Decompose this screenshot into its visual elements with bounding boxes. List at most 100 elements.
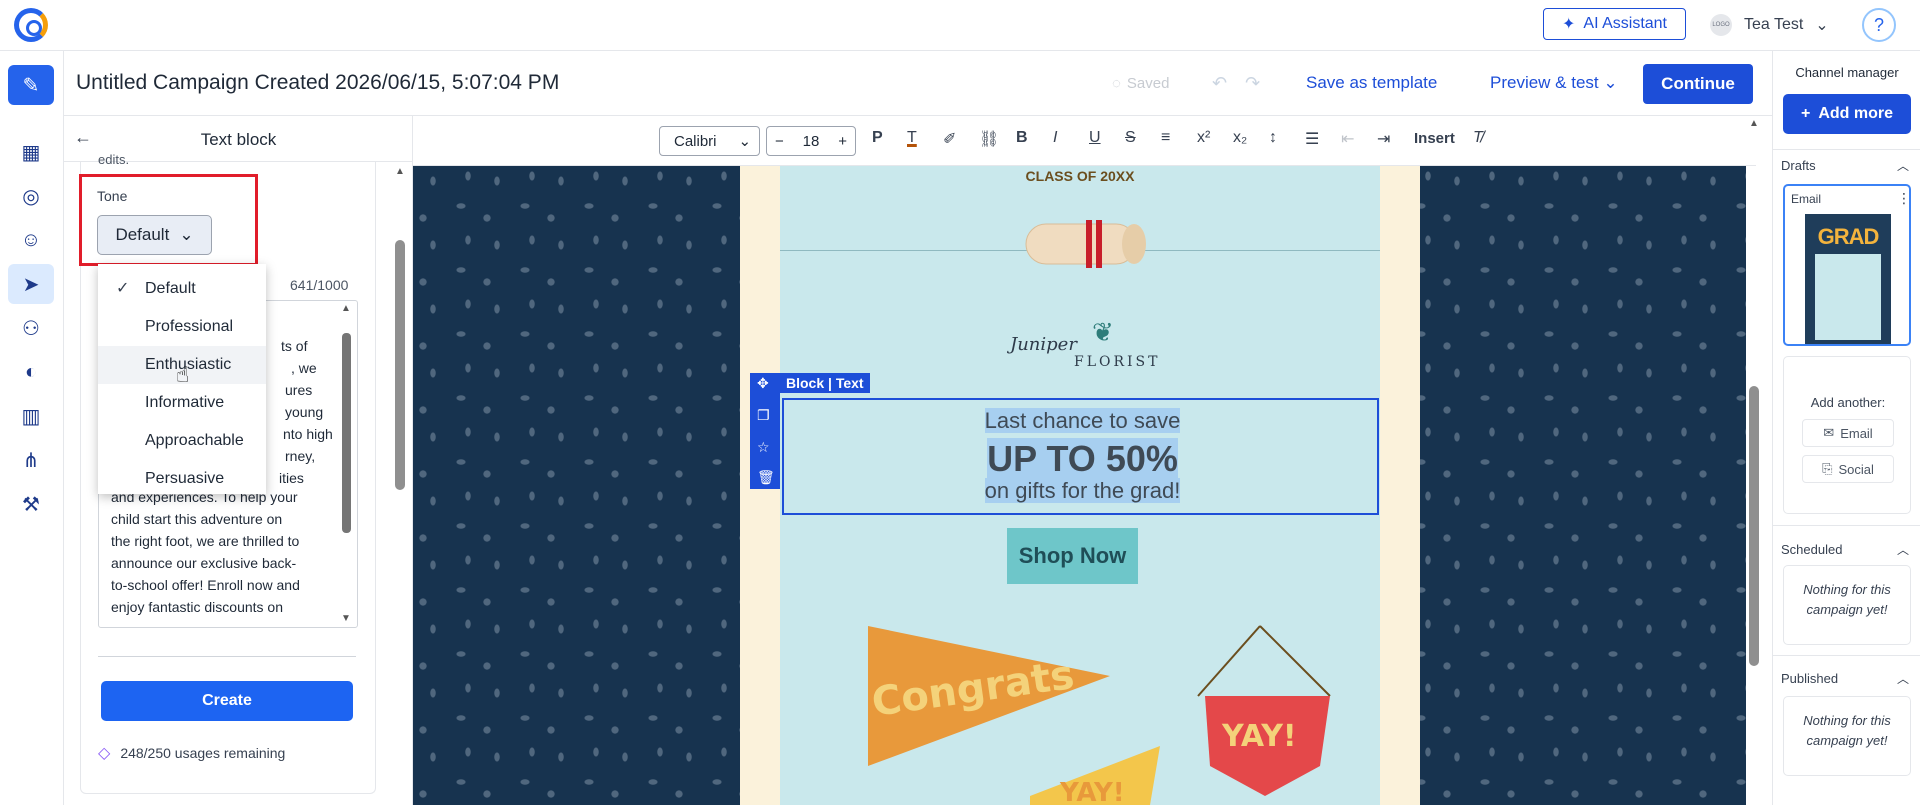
duplicate-icon[interactable]: ❐ [757, 407, 770, 424]
scroll-down-icon[interactable]: ▼ [341, 613, 351, 624]
italic-icon[interactable]: I [1053, 129, 1057, 147]
link-icon[interactable]: ⛓ [979, 129, 999, 149]
bullet-list-icon[interactable]: ☰ [1305, 129, 1319, 149]
ai-assistant-button[interactable]: ✦ AI Assistant [1543, 8, 1686, 40]
class-of-text[interactable]: CLASS OF 20XX [780, 168, 1380, 184]
help-icon[interactable]: ? [1862, 8, 1896, 42]
outdent-icon[interactable]: ⇤ [1341, 129, 1354, 149]
font-family-select[interactable]: Calibri ⌄ [659, 126, 760, 156]
contact-icon[interactable]: ☺ [8, 220, 54, 260]
undo-icon[interactable]: ↶ [1212, 73, 1227, 94]
canvas-scrollbar[interactable]: ▲ [1746, 116, 1762, 805]
text-format-toolbar: Calibri ⌄ − 18 + P T ✐ ⛓ B I U S ≡ x² x₂… [413, 116, 1756, 166]
scroll-thumb[interactable] [342, 333, 351, 533]
check-icon: ✓ [116, 280, 130, 297]
chevron-up-icon[interactable]: ︿ [1897, 157, 1909, 174]
add-more-button[interactable]: + Add more [1783, 94, 1911, 134]
char-counter: 641/1000 [290, 277, 349, 293]
chevron-up-icon[interactable]: ︿ [1897, 670, 1909, 687]
tone-option-persuasive[interactable]: Persuasive [98, 460, 266, 498]
insert-button[interactable]: Insert [1414, 130, 1455, 147]
tone-option-informative[interactable]: Informative [98, 384, 266, 422]
superscript-icon[interactable]: x² [1197, 129, 1210, 147]
chevron-down-icon: ⌄ [1815, 17, 1829, 34]
line-height-icon[interactable]: ↕ [1269, 129, 1277, 147]
chevron-up-icon[interactable]: ︿ [1897, 541, 1909, 558]
add-email-button[interactable]: ✉ Email [1802, 419, 1894, 447]
tone-option-default[interactable]: ✓ Default [98, 270, 266, 308]
text-color-icon[interactable]: T [907, 129, 917, 147]
draft-thumbnail: GRAD [1805, 214, 1891, 344]
app-logo[interactable] [14, 8, 48, 42]
social-icon: ⎘ [1822, 461, 1833, 476]
dashboard-icon[interactable]: ▦ [8, 132, 54, 172]
check-circle-icon: ◌ [1112, 75, 1121, 92]
plus-icon: + [1800, 105, 1811, 122]
align-center-icon[interactable]: ≡ [1161, 129, 1170, 147]
selected-text-block[interactable]: Last chance to save UP TO 50% on gifts f… [782, 398, 1379, 515]
tools-icon[interactable]: ⚒ [8, 484, 54, 524]
strikethrough-icon[interactable]: S [1125, 129, 1136, 147]
scroll-up-icon[interactable]: ▲ [395, 166, 405, 177]
diamond-icon: ◇ [98, 745, 111, 762]
trash-icon[interactable]: 🗑 [757, 469, 775, 486]
preview-test-button[interactable]: Preview & test ⌄ [1490, 73, 1618, 93]
minus-icon[interactable]: − [775, 133, 784, 150]
pencil-plus-icon: ✎ [22, 74, 40, 97]
save-as-template-button[interactable]: Save as template [1306, 73, 1437, 93]
tone-option-professional[interactable]: Professional [98, 308, 266, 346]
bold-icon[interactable]: B [1016, 129, 1028, 147]
email-draft-card[interactable]: Email ⋮ GRAD [1783, 184, 1911, 346]
divider [98, 656, 356, 657]
panel-scrollbar[interactable]: ▲ [393, 164, 407, 805]
headline-line-1: Last chance to save [984, 408, 1181, 433]
palette-icon[interactable]: ◐ [8, 352, 54, 392]
tone-label: Tone [97, 188, 128, 204]
continue-button[interactable]: Continue [1643, 64, 1753, 104]
reports-icon[interactable]: ▥ [8, 396, 54, 436]
tone-select[interactable]: Default ⌄ [97, 215, 212, 255]
scroll-thumb[interactable] [1749, 386, 1759, 666]
textarea-scrollbar[interactable]: ▲ ▼ [337, 301, 357, 627]
highlight-icon[interactable]: ✐ [943, 129, 956, 149]
left-nav: ✎ ▦ ◎ ☺ ➤ ⚇ ◐ ▥ ⋔ ⚒ [0, 51, 64, 805]
sparkle-icon: ✦ [1562, 16, 1576, 33]
underline-icon[interactable]: U [1089, 129, 1101, 147]
scroll-up-icon[interactable]: ▲ [341, 303, 351, 314]
textarea-fragment: young [285, 404, 324, 420]
create-campaign-button[interactable]: ✎ [8, 65, 54, 105]
target-icon[interactable]: ◎ [8, 176, 54, 216]
usage-remaining: ◇ 248/250 usages remaining [98, 745, 286, 762]
textarea-fragment: nto high [283, 426, 333, 442]
campaign-title[interactable]: Untitled Campaign Created 2026/06/15, 5:… [76, 71, 559, 95]
add-social-button[interactable]: ⎘ Social [1802, 455, 1894, 483]
juniper-florist-logo[interactable]: Juniper FLORIST ❦ [1010, 318, 1170, 382]
plus-icon[interactable]: + [838, 133, 847, 150]
svg-text:YAY!: YAY! [1221, 719, 1297, 754]
create-button[interactable]: Create [101, 681, 353, 721]
clear-format-icon[interactable]: T̸ [1473, 129, 1483, 147]
campaigns-send-icon[interactable]: ➤ [8, 264, 54, 304]
shop-now-button[interactable]: Shop Now [1007, 528, 1138, 584]
audience-icon[interactable]: ⚇ [8, 308, 54, 348]
chevron-down-icon: ⌄ [738, 133, 752, 150]
move-icon[interactable]: ✥ [757, 375, 769, 392]
more-options-icon[interactable]: ⋮ [1897, 190, 1909, 207]
star-icon[interactable]: ☆ [757, 439, 770, 456]
redo-icon[interactable]: ↷ [1245, 73, 1260, 94]
automation-icon[interactable]: ⋔ [8, 440, 54, 480]
indent-icon[interactable]: ⇥ [1377, 129, 1390, 149]
chevron-down-icon: ⌄ [1603, 73, 1618, 92]
scroll-up-icon[interactable]: ▲ [1749, 118, 1759, 129]
scheduled-label: Scheduled [1781, 542, 1843, 557]
history-controls: ↶ ↷ [1212, 73, 1260, 94]
paragraph-icon[interactable]: P [872, 129, 883, 147]
pennants-image[interactable]: Congrats YAY! YAY! [860, 596, 1380, 805]
font-size-stepper[interactable]: − 18 + [766, 126, 856, 156]
user-menu[interactable]: LOGO Tea Test ⌄ [1710, 10, 1829, 40]
tone-option-approachable[interactable]: Approachable [98, 422, 266, 460]
subscript-icon[interactable]: x₂ [1233, 129, 1247, 147]
headline-line-2: UP TO 50% [987, 438, 1178, 479]
diploma-image[interactable] [1006, 210, 1156, 278]
scroll-thumb[interactable] [395, 240, 405, 490]
